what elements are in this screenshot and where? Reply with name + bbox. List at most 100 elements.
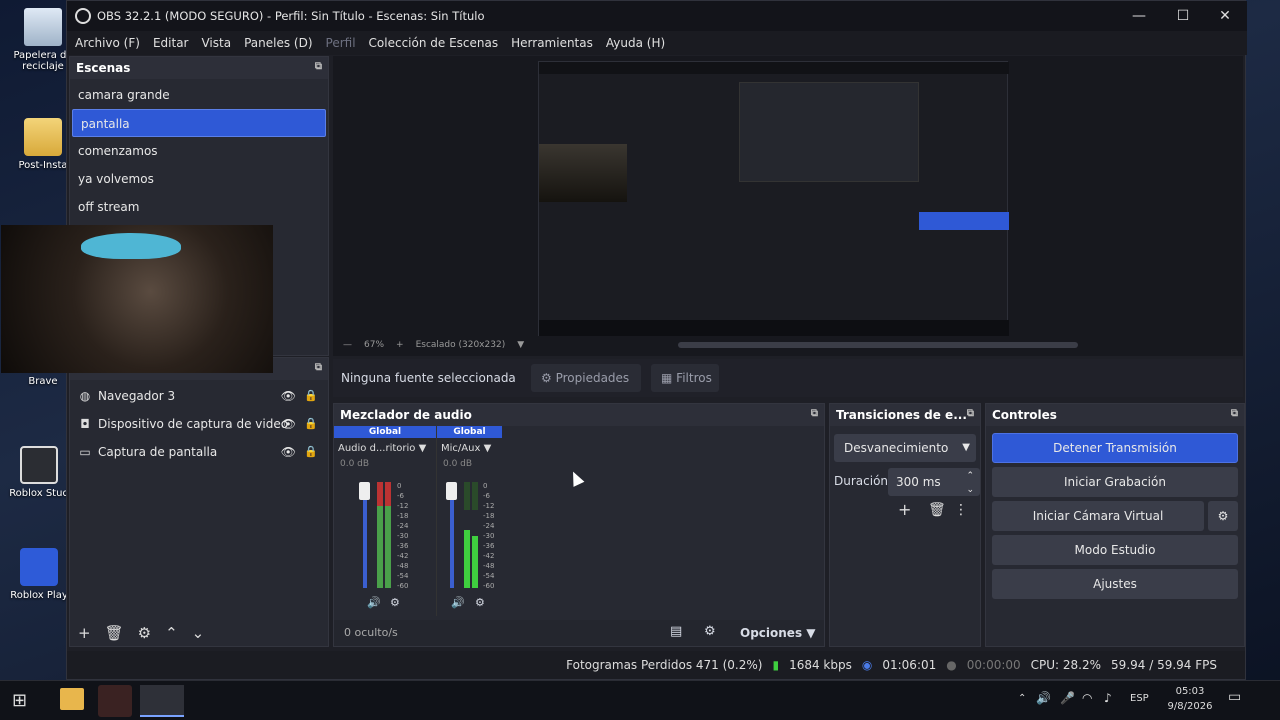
duration-spinbox[interactable]: 300 ms ⌃ ⌄	[888, 468, 980, 496]
filter-icon: ▦	[661, 371, 673, 385]
menu-profile[interactable]: Perfil	[326, 36, 356, 50]
peak-meter-green	[385, 506, 391, 588]
scene-item[interactable]: off stream	[70, 193, 328, 221]
add-source-button[interactable]: +	[78, 624, 91, 642]
undock-icon[interactable]: ⧉	[1231, 408, 1238, 419]
preview-canvas[interactable]	[538, 61, 1009, 336]
channel-settings-icon[interactable]: ⚙	[390, 596, 400, 609]
volume-slider-track[interactable]	[450, 488, 454, 588]
lock-icon[interactable]: 🔒	[304, 445, 318, 458]
zoom-level: 67%	[364, 340, 385, 350]
channel-settings-icon[interactable]: ⚙	[475, 596, 485, 609]
eye-icon[interactable]: 👁	[281, 417, 296, 431]
sources-dock: ⧉ ◍ Navegador 3 👁 🔒 ◘ Dispositivo de captura…	[69, 357, 329, 647]
more-options-icon[interactable]: ⋮	[954, 502, 968, 518]
scene-item[interactable]: camara grande	[70, 81, 328, 109]
mute-speaker-icon[interactable]: 🔊	[451, 596, 465, 609]
brave-browser-icon[interactable]	[98, 685, 132, 717]
channel-name[interactable]: Audio d...ritorio ▼	[334, 438, 436, 459]
start-virtual-camera-button[interactable]: Iniciar Cámara Virtual	[992, 501, 1204, 531]
preview-scrollbar[interactable]	[678, 342, 1078, 348]
minimize-button[interactable]: —	[1117, 1, 1161, 31]
lock-icon[interactable]: 🔒	[304, 389, 318, 402]
menu-help[interactable]: Ayuda (H)	[606, 36, 665, 50]
maximize-button[interactable]: ☐	[1161, 1, 1205, 31]
source-settings-icon[interactable]: ⚙	[138, 624, 151, 642]
desktop-icon-roblox-studio[interactable]: Roblox Stud	[6, 446, 72, 499]
move-up-icon[interactable]: ⌃	[165, 624, 178, 642]
menu-view[interactable]: Vista	[201, 36, 231, 50]
obs-window: OBS 32.2.1 (MODO SEGURO) - Perfil: Sin T…	[1, 0, 1247, 680]
mute-speaker-icon[interactable]: 🔊	[367, 596, 381, 609]
stop-streaming-button[interactable]: Detener Transmisión	[992, 433, 1238, 463]
channel-name[interactable]: Mic/Aux ▼	[437, 438, 502, 459]
undock-icon[interactable]: ⧉	[315, 362, 322, 373]
source-label: Captura de pantalla	[98, 445, 218, 459]
mixer-title: Mezclador de audio	[340, 408, 472, 422]
language-indicator[interactable]: ESP	[1130, 693, 1149, 704]
options-label: Opciones	[740, 626, 803, 640]
spin-down-icon[interactable]: ⌄	[966, 476, 974, 504]
notifications-icon[interactable]: ▭	[1228, 689, 1241, 705]
undock-icon[interactable]: ⧉	[811, 408, 818, 419]
audio-mixer-dock: Mezclador de audio ⧉ Global Audio d...rit…	[333, 403, 825, 647]
advanced-audio-icon[interactable]: ⚙	[704, 624, 716, 639]
tray-chevron-up-icon[interactable]: ⌃	[1018, 693, 1026, 704]
add-transition-button[interactable]: +	[898, 500, 911, 519]
start-recording-button[interactable]: Iniciar Grabación	[992, 467, 1238, 497]
eye-icon[interactable]: 👁	[281, 389, 296, 403]
microphone-tray-icon[interactable]: 🎤	[1060, 691, 1075, 705]
filters-button[interactable]: ▦ Filtros	[651, 364, 719, 392]
options-button[interactable]: Opciones ▼	[740, 626, 816, 640]
close-button[interactable]: ✕	[1203, 1, 1247, 31]
mixer-layout-icon[interactable]: ▤	[670, 624, 682, 639]
remove-source-icon[interactable]: 🗑	[105, 624, 124, 642]
meter-scale: 0 -6 -12 -18 -24 -30 -36 -42 -48 -54 -60	[483, 482, 495, 590]
volume-slider-handle[interactable]	[359, 482, 370, 500]
clock[interactable]: 05:03 9/8/2026	[1162, 684, 1218, 714]
volume-slider-handle[interactable]	[446, 482, 457, 500]
obs-taskbar-icon[interactable]	[140, 685, 184, 717]
network-tray-icon[interactable]: ◠	[1082, 691, 1092, 705]
desktop-icon-roblox-player[interactable]: Roblox Play	[6, 548, 72, 601]
roblox-studio-icon	[20, 446, 58, 484]
filters-label: Filtros	[676, 371, 712, 385]
peak-meter-red	[377, 482, 383, 506]
source-item[interactable]: ▭ Captura de pantalla 👁 🔒	[70, 438, 328, 466]
mixer-channel-1: Global Audio d...ritorio ▼ 0.0 dB 0 -6 -12…	[334, 426, 436, 616]
monitor-icon: ▭	[79, 445, 91, 459]
transition-select[interactable]: Desvanecimiento ▼	[834, 434, 976, 462]
chevron-down-icon[interactable]: ▼	[517, 340, 524, 350]
zoom-out-icon[interactable]: —	[343, 340, 352, 350]
studio-mode-button[interactable]: Modo Estudio	[992, 535, 1238, 565]
preview-area[interactable]: — 67% + Escalado (320x232) ▼	[333, 56, 1243, 356]
scene-item[interactable]: ya volvemos	[70, 165, 328, 193]
lock-icon[interactable]: 🔒	[304, 417, 318, 430]
windows-start-icon[interactable]: ⊞	[12, 690, 27, 711]
move-down-icon[interactable]: ⌄	[192, 624, 205, 642]
zoom-in-icon[interactable]: +	[396, 340, 404, 350]
menu-file[interactable]: Archivo (F)	[75, 36, 140, 50]
source-item[interactable]: ◘ Dispositivo de captura de video 👁 🔒	[70, 410, 328, 438]
virtual-camera-settings-gear-icon[interactable]: ⚙	[1208, 501, 1238, 531]
source-item[interactable]: ◍ Navegador 3 👁 🔒	[70, 382, 328, 410]
undock-icon[interactable]: ⧉	[967, 408, 974, 419]
volume-slider-track[interactable]	[363, 488, 367, 588]
menu-scene-collection[interactable]: Colección de Escenas	[369, 36, 499, 50]
menu-docks[interactable]: Paneles (D)	[244, 36, 312, 50]
duration-label: Duración	[834, 474, 889, 488]
remove-transition-icon[interactable]: 🗑	[928, 502, 946, 518]
eye-icon[interactable]: 👁	[281, 445, 296, 459]
scene-item[interactable]: comenzamos	[70, 137, 328, 165]
settings-button[interactable]: Ajustes	[992, 569, 1238, 599]
undock-icon[interactable]: ⧉	[315, 61, 322, 72]
globe-icon: ◍	[79, 389, 91, 403]
scale-label: Escalado (320x232)	[415, 340, 506, 350]
file-explorer-icon[interactable]	[60, 688, 84, 710]
properties-button[interactable]: ⚙ Propiedades	[531, 364, 641, 392]
menu-tools[interactable]: Herramientas	[511, 36, 593, 50]
menu-edit[interactable]: Editar	[153, 36, 189, 50]
audio-tray-icon[interactable]: ♪	[1104, 691, 1112, 705]
volume-tray-icon[interactable]: 🔊	[1036, 691, 1051, 705]
scene-item-selected[interactable]: pantalla	[72, 109, 326, 137]
